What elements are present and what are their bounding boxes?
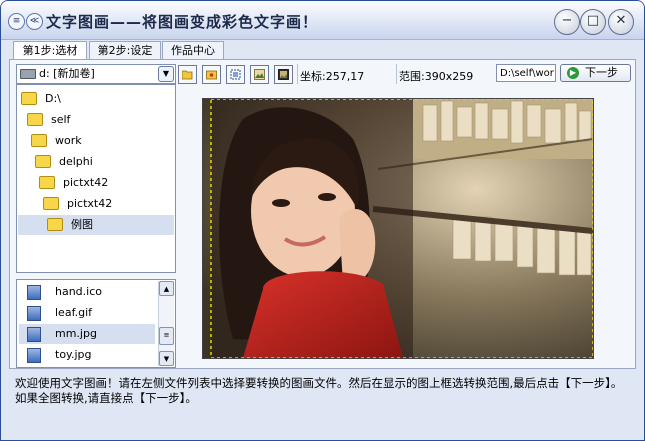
tree-item-label: work <box>55 134 82 147</box>
tab-gallery[interactable]: 作品中心 <box>162 41 224 59</box>
folder-tree: D:\ self work delphi pictxt42 pictxt42 例… <box>16 84 176 273</box>
fit-view-button[interactable] <box>226 65 245 84</box>
image-preview[interactable] <box>202 98 594 359</box>
tree-item-work[interactable]: work <box>31 131 171 151</box>
open-folder-button[interactable] <box>178 65 197 84</box>
list-item-file[interactable]: mm.jpg <box>19 324 155 344</box>
window-title: 文字图画——将图画变成彩色文字画！ <box>46 13 319 31</box>
folder-icon <box>31 133 47 147</box>
scroll-up-button[interactable]: ▲ <box>159 281 174 296</box>
tree-item-example-images[interactable]: 例图 <box>18 215 174 235</box>
tree-item-label: pictxt42 <box>67 197 113 210</box>
close-button[interactable]: ✕ <box>608 9 634 35</box>
folder-icon <box>35 154 51 168</box>
image-frame-icon <box>278 69 289 80</box>
drive-select[interactable]: d: [新加卷] ▼ <box>16 64 176 84</box>
image-file-icon <box>27 327 41 342</box>
toolbar-divider <box>297 64 298 84</box>
instruction-text: 欢迎使用文字图画！请在左侧文件列表中选择要转换的图画文件。然后在显示的图上框选转… <box>15 376 623 405</box>
scroll-thumb[interactable]: ≡ <box>159 327 174 345</box>
tree-item-d-root[interactable]: D:\ <box>21 89 171 109</box>
tree-item-label: pictxt42 <box>63 176 109 189</box>
file-list: hand.ico leaf.gif mm.jpg toy.jpg ▲ ≡ ▼ <box>16 279 176 368</box>
arrow-right-icon: ▶ <box>567 67 579 79</box>
file-name: leaf.gif <box>55 306 93 319</box>
minimize-button[interactable]: − <box>554 9 580 35</box>
image-view-button[interactable] <box>250 65 269 84</box>
tree-item-label: delphi <box>59 155 93 168</box>
image-file-icon <box>27 306 41 321</box>
folder-icon <box>47 217 63 231</box>
open-folder-icon <box>182 70 193 80</box>
fit-icon <box>230 69 241 80</box>
folder-icon <box>27 112 43 126</box>
folder-icon <box>43 196 59 210</box>
file-name: mm.jpg <box>55 327 97 340</box>
range-readout: 范围:390x259 <box>399 70 474 83</box>
next-step-label: 下一步 <box>585 66 618 79</box>
tab-step1[interactable]: 第1步:选材 <box>13 41 87 60</box>
list-item-file[interactable]: toy.jpg <box>19 345 155 365</box>
image-icon <box>254 69 265 80</box>
chevron-down-icon[interactable]: ▼ <box>158 66 174 82</box>
tree-item-label: D:\ <box>45 92 61 105</box>
tree-item-self[interactable]: self <box>27 110 167 130</box>
path-field[interactable]: D:\self\wor <box>496 64 556 82</box>
list-item-file[interactable]: leaf.gif <box>19 303 155 323</box>
scroll-down-button[interactable]: ▼ <box>159 351 174 366</box>
drive-icon <box>20 69 36 79</box>
folder-icon <box>21 91 37 105</box>
tab-step2[interactable]: 第2步:设定 <box>89 41 161 59</box>
toolbar-divider <box>396 64 397 84</box>
main-panel: d: [新加卷] ▼ D:\ self work delphi pictxt42… <box>9 59 636 369</box>
browse-folder-button[interactable] <box>202 65 221 84</box>
tree-item-pictxt42-sub[interactable]: pictxt42 <box>43 194 171 214</box>
image-file-icon <box>27 285 41 300</box>
folder-icon <box>39 175 55 189</box>
file-name: hand.ico <box>55 285 102 298</box>
tree-item-label: 例图 <box>71 218 93 231</box>
drive-label: d: [新加卷] <box>39 67 95 80</box>
preview-photo <box>203 99 593 358</box>
tree-item-label: self <box>51 113 71 126</box>
next-step-button[interactable]: ▶ 下一步 <box>560 64 631 82</box>
file-name: toy.jpg <box>55 348 92 361</box>
title-bar: ≡ ≪ 文字图画——将图画变成彩色文字画！ − □ ✕ <box>1 1 644 40</box>
tree-item-pictxt42[interactable]: pictxt42 <box>39 173 171 193</box>
collapse-icon[interactable]: ≪ <box>26 13 43 30</box>
file-list-scrollbar[interactable]: ▲ ≡ ▼ <box>158 281 174 366</box>
tree-item-delphi[interactable]: delphi <box>35 152 171 172</box>
maximize-button[interactable]: □ <box>580 9 606 35</box>
image-frame-button[interactable] <box>274 65 293 84</box>
app-window: ≡ ≪ 文字图画——将图画变成彩色文字画！ − □ ✕ 第1步:选材 第2步:设… <box>0 0 645 441</box>
list-item-file[interactable]: hand.ico <box>19 282 155 302</box>
folder-star-icon <box>206 70 217 80</box>
coords-readout: 坐标:257,17 <box>300 70 365 83</box>
menu-icon[interactable]: ≡ <box>8 13 25 30</box>
image-file-icon <box>27 348 41 363</box>
